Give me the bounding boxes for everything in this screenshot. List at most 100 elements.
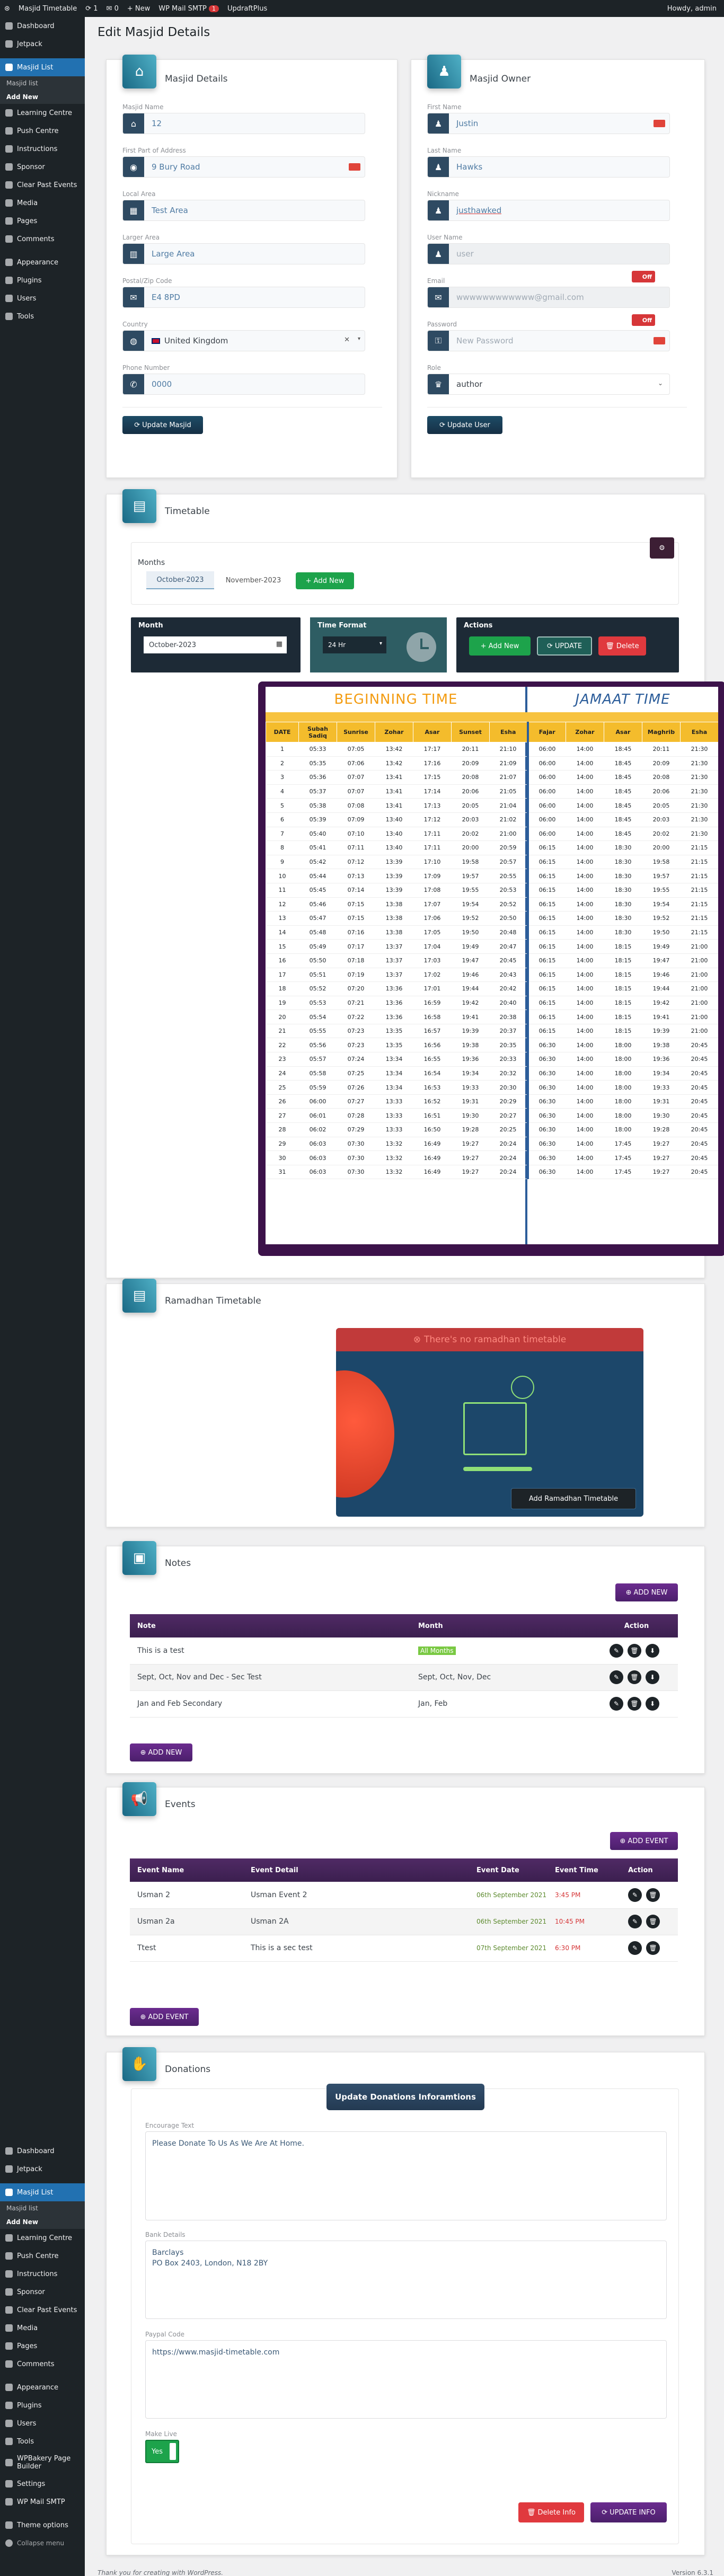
submenu-masjid-list[interactable]: Masjid list — [0, 76, 85, 90]
collapse-menu-button[interactable]: Collapse menu — [0, 2534, 85, 2552]
settings-gear-button[interactable]: ⚙ — [650, 537, 674, 559]
email-field[interactable]: ✉ wwwwwwwwwwww@gmail.com — [427, 287, 670, 308]
postal-code-field[interactable]: ✉ E4 8PD — [122, 287, 365, 308]
menu-jetpack[interactable]: Jetpack — [0, 35, 85, 53]
menu-masjid-list[interactable]: Masjid List — [0, 58, 85, 76]
pencil-icon[interactable]: ✎ — [610, 1643, 623, 1658]
address-field[interactable]: ◉ 9 Bury Road — [122, 156, 365, 178]
menu-pages[interactable]: Pages — [0, 212, 85, 230]
bank-details-textarea[interactable]: Barclays PO Box 2403, London, N18 2BY — [145, 2241, 667, 2319]
menu-comments[interactable]: Comments — [0, 230, 85, 248]
add-note-top-button[interactable]: ⊕ ADD NEW — [615, 1583, 678, 1601]
menu-users-lower[interactable]: Users — [0, 2414, 85, 2432]
nickname-field[interactable]: ♟ justhawked — [427, 200, 670, 221]
menu-plugins[interactable]: Plugins — [0, 271, 85, 289]
menu-clear-past-events-lower[interactable]: Clear Past Events — [0, 2301, 85, 2319]
menu-masjid-list-lower[interactable]: Masjid List — [0, 2183, 85, 2201]
arrow-down-icon[interactable]: ⬇ — [646, 1670, 659, 1684]
pencil-icon[interactable]: ✎ — [628, 1888, 642, 1902]
menu-comments-lower[interactable]: Comments — [0, 2355, 85, 2373]
menu-appearance[interactable]: Appearance — [0, 253, 85, 271]
update-info-button[interactable]: ⟳ UPDATE INFO — [590, 2502, 667, 2522]
pencil-icon[interactable]: ✎ — [628, 1941, 642, 1955]
wp-mail-smtp-link[interactable]: WP Mail SMTP 1 — [158, 5, 219, 13]
submenu-add-new-lower[interactable]: Add New — [0, 2215, 85, 2229]
menu-dashboard[interactable]: Dashboard — [0, 17, 85, 35]
menu-theme-options-lower[interactable]: Theme options — [0, 2516, 85, 2534]
menu-learning-centre[interactable]: Learning Centre — [0, 104, 85, 122]
menu-instructions-lower[interactable]: Instructions — [0, 2265, 85, 2283]
menu-media[interactable]: Media — [0, 194, 85, 212]
menu-instructions[interactable]: Instructions — [0, 140, 85, 158]
add-event-bottom-button[interactable]: ⊕ ADD EVENT — [130, 2008, 199, 2026]
add-event-top-button[interactable]: ⊕ ADD EVENT — [610, 1832, 678, 1850]
delete-info-button[interactable]: 🗑 Delete Info — [518, 2502, 584, 2522]
menu-wp-mail-smtp-lower[interactable]: WP Mail SMTP — [0, 2493, 85, 2511]
trash-icon[interactable]: 🗑 — [628, 1643, 641, 1658]
first-name-field[interactable]: ♟ Justin — [427, 113, 670, 134]
menu-push-centre[interactable]: Push Centre — [0, 122, 85, 140]
add-ramadhan-timetable-button[interactable]: Add Ramadhan Timetable — [511, 1488, 636, 1509]
add-new-timetable-button[interactable]: + Add New — [469, 636, 531, 656]
menu-media-lower[interactable]: Media — [0, 2319, 85, 2337]
email-toggle[interactable]: Off — [632, 271, 655, 282]
menu-appearance-lower[interactable]: Appearance — [0, 2378, 85, 2396]
paypal-code-textarea[interactable]: https://www.masjid-timetable.com — [145, 2340, 667, 2419]
trash-icon[interactable]: 🗑 — [646, 1941, 660, 1955]
menu-pages-lower[interactable]: Pages — [0, 2337, 85, 2355]
comments-link[interactable]: ✉ 0 — [107, 5, 119, 13]
month-date-input[interactable]: October-2023 ▦ — [144, 636, 287, 653]
tab-november-2023[interactable]: November-2023 — [219, 571, 287, 589]
menu-sponsor[interactable]: Sponsor — [0, 158, 85, 176]
menu-users[interactable]: Users — [0, 289, 85, 307]
arrow-down-icon[interactable]: ⬇ — [646, 1697, 659, 1711]
update-donations-header-button[interactable]: Update Donations Inforamtions — [326, 2084, 484, 2110]
wordpress-logo-icon[interactable]: ⊛ — [4, 5, 10, 13]
new-content-link[interactable]: + New — [127, 5, 150, 13]
menu-sponsor-lower[interactable]: Sponsor — [0, 2283, 85, 2301]
update-user-button[interactable]: ⟳ Update User — [427, 416, 502, 434]
password-field[interactable]: ⚿ New Password — [427, 330, 670, 351]
menu-clear-past-events[interactable]: Clear Past Events — [0, 176, 85, 194]
trash-icon[interactable]: 🗑 — [646, 1888, 660, 1902]
menu-wpbakery-lower[interactable]: WPBakery Page Builder — [0, 2450, 85, 2475]
time-format-select[interactable]: 24 Hr ▾ — [323, 636, 386, 653]
arrow-down-icon[interactable]: ⬇ — [646, 1643, 659, 1658]
menu-tools-lower[interactable]: Tools — [0, 2432, 85, 2450]
updraftplus-link[interactable]: UpdraftPlus — [227, 5, 267, 13]
add-new-month-button[interactable]: + Add New — [296, 572, 354, 589]
phone-field[interactable]: ✆ 0000 — [122, 374, 365, 395]
submenu-add-new[interactable]: Add New — [0, 90, 85, 104]
howdy-account-link[interactable]: Howdy, admin — [667, 5, 724, 13]
last-name-field[interactable]: ♟ Hawks — [427, 156, 670, 178]
menu-settings-lower[interactable]: Settings — [0, 2475, 85, 2493]
trash-icon[interactable]: 🗑 — [628, 1697, 641, 1711]
menu-jetpack-lower[interactable]: Jetpack — [0, 2160, 85, 2178]
country-select[interactable]: ◍ United Kingdom ✕ ▾ — [122, 330, 365, 351]
clear-icon[interactable]: ✕ — [344, 336, 350, 344]
update-masjid-button[interactable]: ⟳ Update Masjid — [122, 416, 203, 434]
encourage-textarea[interactable]: Please Donate To Us As We Are At Home. — [145, 2131, 667, 2220]
menu-tools[interactable]: Tools — [0, 307, 85, 325]
update-timetable-button[interactable]: ⟳ UPDATE — [537, 636, 592, 656]
updates-link[interactable]: ⟳ 1 — [85, 5, 98, 13]
role-select[interactable]: ♛ author ⌄ — [427, 374, 670, 395]
make-live-toggle[interactable]: Yes — [145, 2440, 179, 2463]
password-toggle[interactable]: Off — [632, 314, 655, 326]
chevron-down-icon[interactable]: ▾ — [358, 336, 360, 342]
masjid-name-field[interactable]: ⌂ 12 — [122, 113, 365, 134]
submenu-masjid-list-lower[interactable]: Masjid list — [0, 2201, 85, 2215]
pencil-icon[interactable]: ✎ — [610, 1670, 623, 1684]
trash-icon[interactable]: 🗑 — [628, 1670, 641, 1684]
menu-dashboard-lower[interactable]: Dashboard — [0, 2142, 85, 2160]
menu-learning-centre-lower[interactable]: Learning Centre — [0, 2229, 85, 2247]
delete-timetable-button[interactable]: 🗑 Delete — [598, 636, 646, 656]
menu-push-centre-lower[interactable]: Push Centre — [0, 2247, 85, 2265]
add-note-bottom-button[interactable]: ⊕ ADD NEW — [130, 1743, 192, 1761]
menu-plugins-lower[interactable]: Plugins — [0, 2396, 85, 2414]
site-name-link[interactable]: Masjid Timetable — [19, 5, 77, 13]
tab-october-2023[interactable]: October-2023 — [146, 571, 214, 589]
pencil-icon[interactable]: ✎ — [610, 1697, 623, 1711]
local-area-field[interactable]: ▦ Test Area — [122, 200, 365, 221]
pencil-icon[interactable]: ✎ — [628, 1915, 642, 1928]
